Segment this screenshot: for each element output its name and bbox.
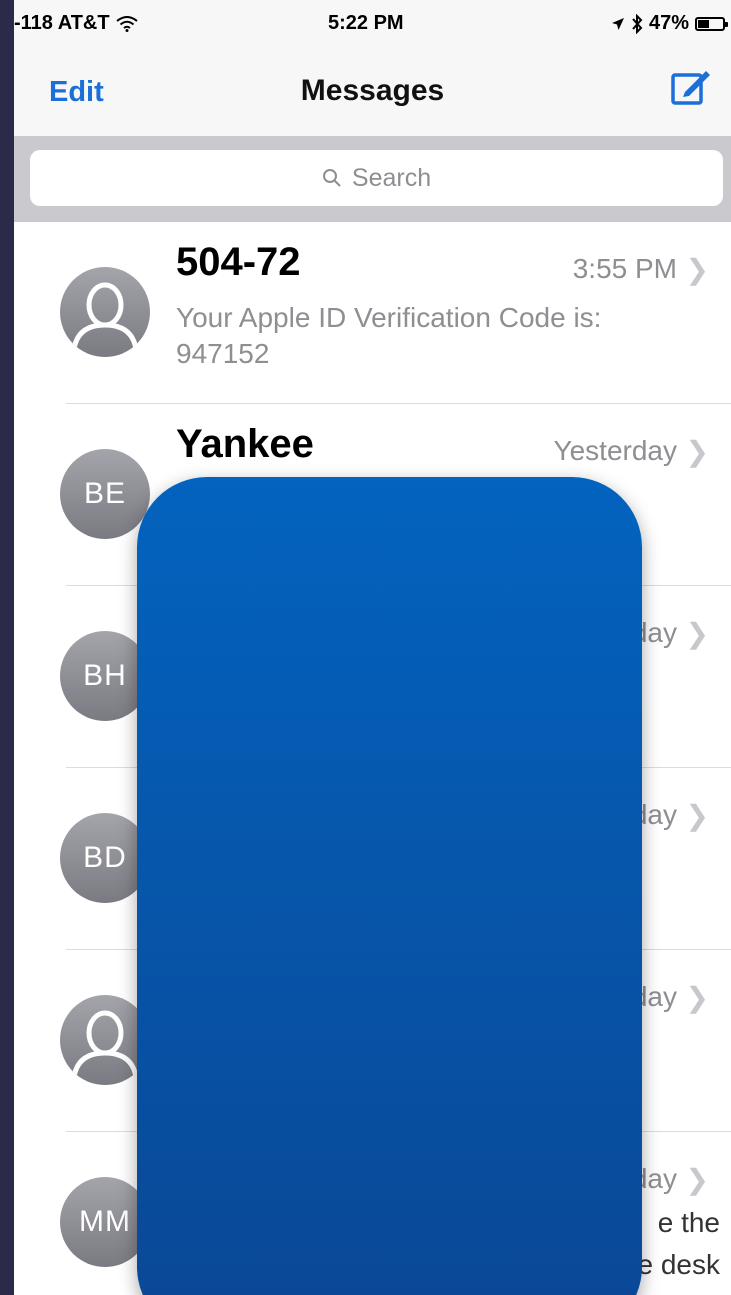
status-bar: -118 AT&T 5:22 PM 47% xyxy=(14,0,731,44)
page-title: Messages xyxy=(300,74,445,107)
clock: 5:22 PM xyxy=(328,12,404,34)
carrier-label: -118 AT&T xyxy=(14,12,110,34)
screen: -118 AT&T 5:22 PM 47% Edit Messages Sear… xyxy=(0,0,731,1295)
avatar-initials: BE xyxy=(83,477,127,510)
avatar-initials: BH xyxy=(83,659,127,692)
chevron-right-icon: ❯ xyxy=(685,254,709,285)
contact-name: 504-72 xyxy=(176,240,301,284)
battery-percent: 47% xyxy=(648,12,689,34)
magnifier-icon xyxy=(322,169,341,187)
avatar xyxy=(60,267,150,357)
carrier-group: -118 AT&T xyxy=(14,12,138,35)
avatar-initials: BD xyxy=(83,841,127,874)
compose-icon[interactable] xyxy=(670,66,712,108)
chevron-right-icon: ❯ xyxy=(685,436,709,467)
wifi-icon xyxy=(115,15,138,32)
redaction-overlay xyxy=(137,477,642,1295)
message-preview: Your Apple ID Verification Code is: 9471… xyxy=(176,302,602,369)
conversation-row[interactable]: 504-72 3:55 PM ❯ Your Apple ID Verificat… xyxy=(14,222,731,404)
bluetooth-icon xyxy=(632,13,643,34)
search-bar-container: Search xyxy=(14,136,731,222)
navigation-bar: Edit Messages xyxy=(14,44,731,136)
person-silhouette-icon xyxy=(71,282,139,350)
chevron-right-icon: ❯ xyxy=(685,1164,709,1195)
chevron-right-icon: ❯ xyxy=(685,800,709,831)
message-time: 3:55 PM xyxy=(572,253,677,284)
battery-icon xyxy=(695,16,728,31)
avatar-initials: MM xyxy=(79,1205,131,1238)
message-time: Yesterday xyxy=(553,435,678,466)
chevron-right-icon: ❯ xyxy=(685,982,709,1013)
avatar: BE xyxy=(60,449,150,539)
search-placeholder: Search xyxy=(351,163,432,192)
search-input[interactable]: Search xyxy=(30,150,723,206)
contact-name: Yankee xyxy=(176,422,314,466)
messages-app: -118 AT&T 5:22 PM 47% Edit Messages Sear… xyxy=(14,0,731,1295)
status-right-group: 47% xyxy=(611,12,728,35)
battery-fill xyxy=(698,19,710,28)
location-arrow-icon xyxy=(611,17,624,30)
chevron-right-icon: ❯ xyxy=(685,618,709,649)
